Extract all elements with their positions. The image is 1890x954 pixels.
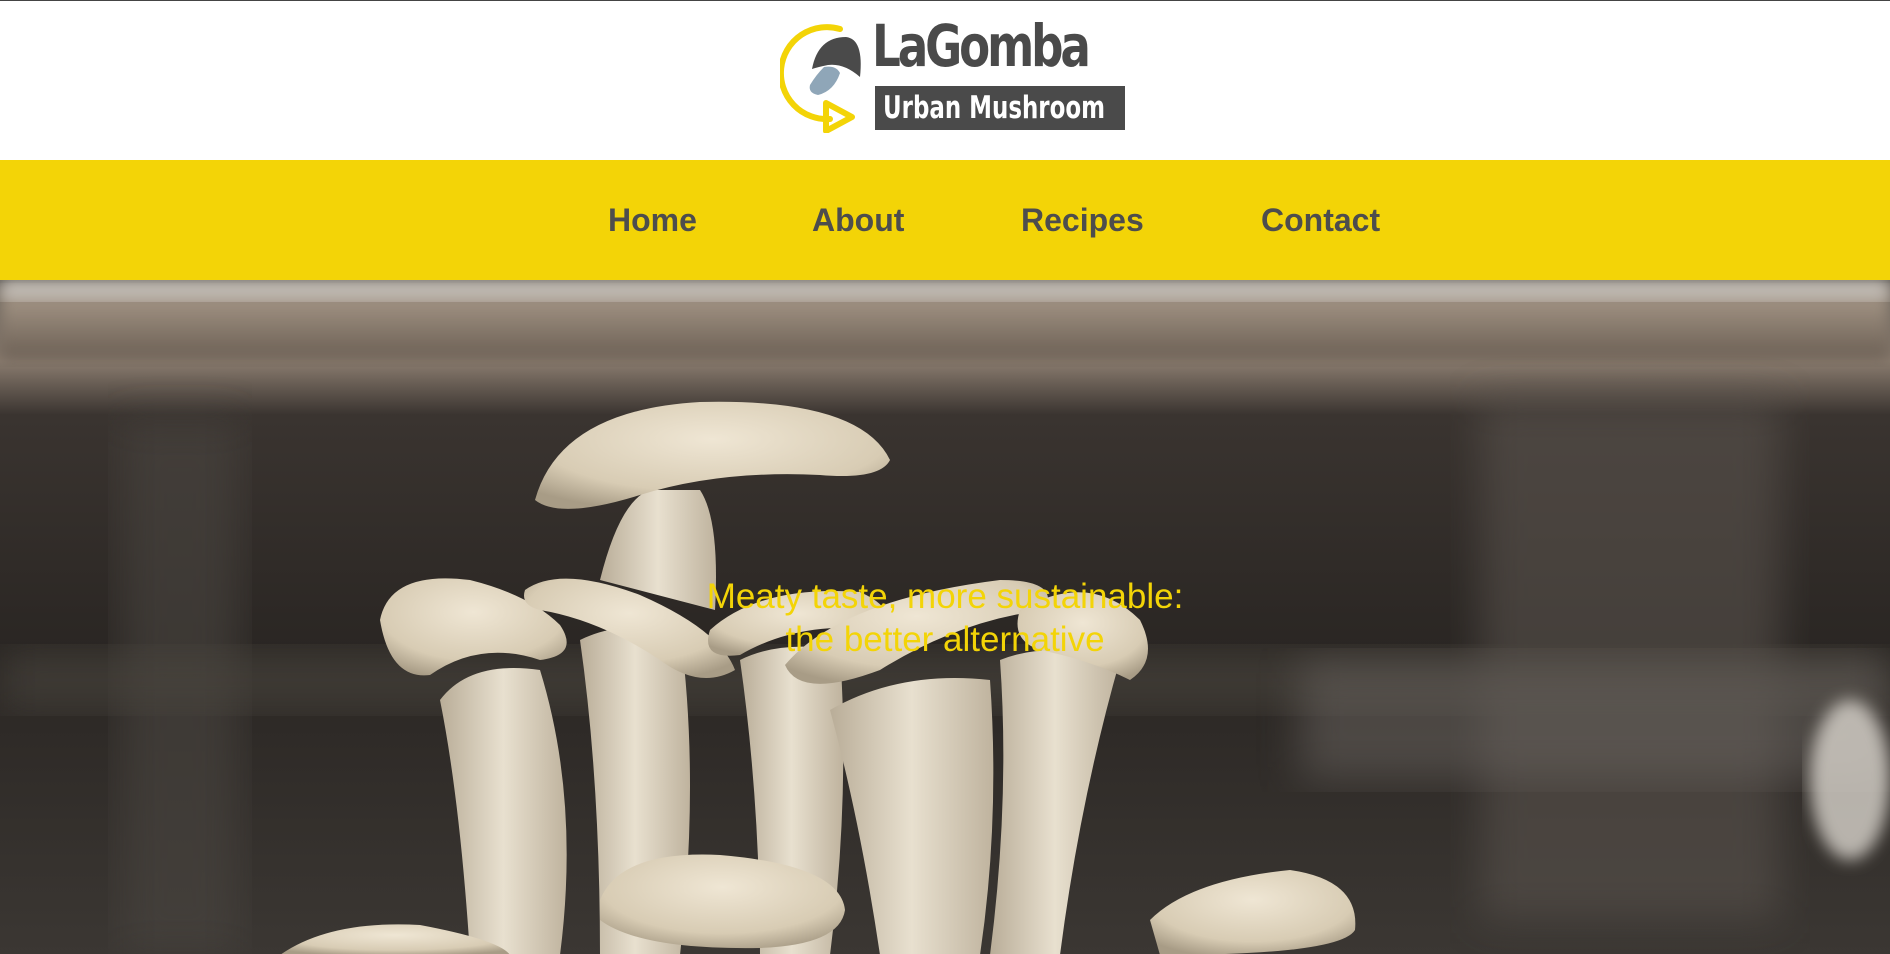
site-header: LaGomba Urban Mushroom (0, 1, 1890, 160)
logo-subtitle-box: Urban Mushroom (875, 86, 1125, 130)
hero-tagline-line-1: Meaty taste, more sustainable: (706, 577, 1184, 616)
hero-tagline: Meaty taste, more sustainable: the bette… (545, 575, 1345, 661)
hero-section: Meaty taste, more sustainable: the bette… (0, 280, 1890, 954)
hero-tagline-line-2: the better alternative (785, 620, 1105, 660)
nav-recipes-link[interactable]: Recipes (1021, 201, 1144, 239)
nav-contact-link[interactable]: Contact (1261, 201, 1380, 239)
logo-title: LaGomba (872, 12, 1091, 80)
page: LaGomba Urban Mushroom Home About Recipe… (0, 0, 1890, 954)
site-logo[interactable]: LaGomba Urban Mushroom (780, 17, 1130, 133)
main-nav: Home About Recipes Contact (0, 160, 1890, 280)
nav-home-link[interactable]: Home (608, 201, 697, 239)
nav-about-link[interactable]: About (812, 201, 904, 239)
mushroom-circle-arrow-icon (780, 24, 861, 133)
logo-subtitle: Urban Mushroom (883, 90, 1106, 126)
